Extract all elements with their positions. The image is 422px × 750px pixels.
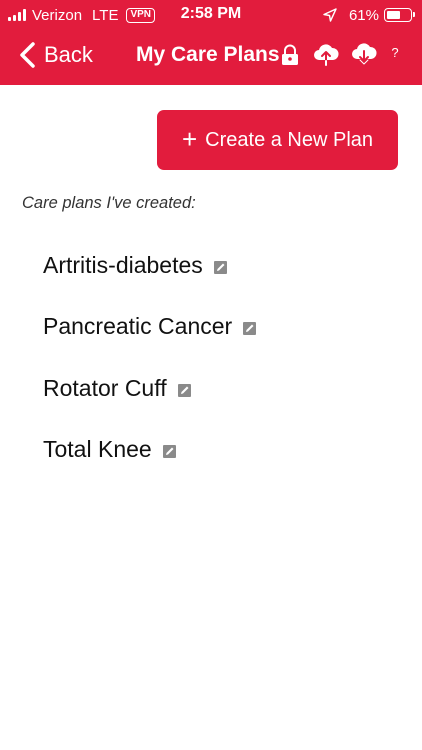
section-label: Care plans I've created: bbox=[22, 194, 196, 212]
lock-icon[interactable] bbox=[280, 44, 300, 66]
create-new-plan-button[interactable]: + Create a New Plan bbox=[157, 110, 398, 170]
plan-name[interactable]: Pancreatic Cancer bbox=[43, 313, 232, 340]
plus-icon: + bbox=[181, 123, 198, 154]
location-arrow-icon bbox=[323, 8, 337, 22]
help-button[interactable]: ? bbox=[389, 45, 401, 60]
plan-list-item: Rotator Cuff bbox=[43, 375, 192, 402]
plan-name[interactable]: Total Knee bbox=[43, 436, 152, 463]
battery-percent: 61% bbox=[348, 6, 379, 24]
edit-icon[interactable] bbox=[242, 321, 257, 336]
cloud-download-icon[interactable] bbox=[351, 42, 377, 66]
navigation-bar: Back My Care Plans ? bbox=[0, 30, 422, 85]
status-bar: Verizon LTE VPN 2:58 PM 61% bbox=[0, 0, 422, 30]
cloud-upload-icon[interactable] bbox=[313, 42, 339, 66]
app-header: Verizon LTE VPN 2:58 PM 61% Back My Care… bbox=[0, 0, 422, 85]
status-right: 61% bbox=[323, 6, 415, 24]
plan-list-item: Total Knee bbox=[43, 436, 177, 463]
edit-icon[interactable] bbox=[213, 260, 228, 275]
edit-icon[interactable] bbox=[177, 383, 192, 398]
create-new-plan-label: Create a New Plan bbox=[205, 128, 374, 151]
back-button[interactable]: Back bbox=[18, 40, 93, 70]
battery-icon bbox=[384, 8, 415, 22]
plan-list-item: Artritis-diabetes bbox=[43, 252, 228, 279]
plan-list-item: Pancreatic Cancer bbox=[43, 313, 257, 340]
chevron-left-icon bbox=[20, 42, 35, 68]
plan-name[interactable]: Artritis-diabetes bbox=[43, 252, 203, 279]
edit-icon[interactable] bbox=[162, 444, 177, 459]
page-title: My Care Plans bbox=[136, 43, 280, 66]
plan-name[interactable]: Rotator Cuff bbox=[43, 375, 167, 402]
battery-level-fill bbox=[387, 11, 401, 19]
back-label: Back bbox=[44, 42, 93, 67]
